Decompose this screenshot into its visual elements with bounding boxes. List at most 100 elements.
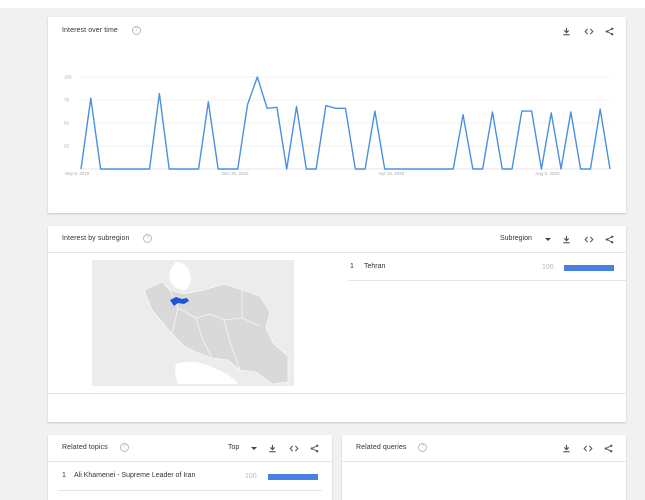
subregion-name: Tehran: [364, 263, 386, 270]
data-point: [149, 168, 150, 169]
data-point: [423, 168, 424, 169]
share-icon[interactable]: [604, 444, 613, 453]
card-divider: [48, 393, 626, 394]
download-icon[interactable]: [268, 444, 277, 453]
data-point: [413, 168, 414, 169]
data-point: [159, 93, 160, 94]
data-point: [286, 168, 287, 169]
y-tick-label: 75: [64, 98, 70, 103]
data-point: [551, 112, 552, 113]
top-dropdown[interactable]: Top: [228, 444, 239, 451]
data-point: [580, 168, 581, 169]
data-point: [335, 108, 336, 109]
interest-value: 100: [542, 264, 554, 271]
data-point: [492, 111, 493, 112]
card-divider: [48, 252, 626, 253]
related-queries-card: Related queries ?: [342, 435, 626, 500]
share-icon[interactable]: [310, 444, 319, 453]
data-point: [296, 106, 297, 107]
embed-icon[interactable]: [289, 444, 299, 453]
chevron-down-icon[interactable]: [545, 238, 551, 241]
x-tick-label: Dec 29, 2019: [222, 171, 249, 176]
chevron-down-icon[interactable]: [251, 447, 257, 450]
data-point: [531, 110, 532, 111]
interest-bar: [268, 474, 318, 480]
data-point: [355, 168, 356, 169]
data-point: [276, 107, 277, 108]
data-point: [600, 109, 601, 110]
card-title: Related queries: [356, 444, 407, 451]
share-icon[interactable]: [605, 235, 614, 244]
data-point: [139, 168, 140, 169]
help-icon[interactable]: ?: [143, 234, 152, 243]
data-point: [178, 168, 179, 169]
data-point: [345, 108, 346, 109]
data-point: [325, 105, 326, 106]
help-icon[interactable]: ?: [120, 443, 129, 452]
download-icon[interactable]: [562, 235, 571, 244]
embed-icon[interactable]: [584, 235, 594, 244]
y-tick-label: 25: [64, 144, 70, 149]
data-point: [306, 168, 307, 169]
data-point: [521, 110, 522, 111]
card-title: Interest over time: [62, 27, 118, 34]
data-point: [188, 168, 189, 169]
data-point: [384, 168, 385, 169]
related-topics-card: Related topics ? Top 1 Ali Khamenei - Su…: [48, 435, 332, 500]
download-icon[interactable]: [562, 444, 571, 453]
y-tick-label: 100: [64, 75, 72, 80]
interest-line-chart: 100 75 50 25 Sep 8, 2019 Dec 29, 2019 Apr 19, …: [64, 75, 611, 176]
subregion-dropdown[interactable]: Subregion: [500, 235, 532, 242]
download-icon[interactable]: [562, 27, 571, 36]
data-point: [453, 168, 454, 169]
interest-by-subregion-card: Interest by subregion ? Subregion 1 Tehr…: [48, 226, 626, 422]
share-icon[interactable]: [605, 27, 614, 36]
topic-row[interactable]: 1 Ali Khamenei - Supreme Leader of Iran …: [62, 472, 324, 486]
data-point: [541, 168, 542, 169]
data-point: [609, 168, 610, 169]
help-icon[interactable]: ?: [132, 26, 141, 35]
data-point: [364, 168, 365, 169]
data-point: [198, 168, 199, 169]
data-point: [80, 168, 81, 169]
data-point: [394, 168, 395, 169]
data-point: [237, 168, 238, 169]
data-point: [316, 168, 317, 169]
row-divider: [58, 490, 322, 491]
card-title: Interest by subregion: [62, 235, 130, 242]
data-point: [208, 101, 209, 102]
data-point: [120, 168, 121, 169]
data-point: [129, 168, 130, 169]
iran-map[interactable]: [92, 260, 294, 386]
subregion-row[interactable]: 1 Tehran 100: [350, 263, 616, 277]
x-tick-label: Apr 19, 2020: [378, 171, 404, 176]
rank-number: 1: [62, 472, 66, 479]
data-point: [227, 168, 228, 169]
data-point: [462, 114, 463, 115]
data-point: [100, 168, 101, 169]
embed-icon[interactable]: [584, 27, 594, 36]
data-point: [374, 110, 375, 111]
card-title: Related topics: [62, 444, 108, 451]
data-point: [218, 168, 219, 169]
data-point: [247, 104, 248, 105]
data-point: [482, 168, 483, 169]
data-point: [570, 111, 571, 112]
embed-icon[interactable]: [583, 444, 593, 453]
interest-over-time-card: Interest over time ? 100 75 50 25 Sep 8, 201…: [48, 17, 626, 213]
interest-value: 100: [245, 473, 257, 480]
page-background-top: [0, 0, 645, 8]
x-tick-label: Aug 9, 2020: [535, 171, 560, 176]
data-point: [110, 168, 111, 169]
data-point: [560, 168, 561, 169]
data-point: [433, 168, 434, 169]
data-point: [267, 108, 268, 109]
data-point: [404, 168, 405, 169]
data-point: [590, 168, 591, 169]
help-icon[interactable]: ?: [418, 443, 427, 452]
card-divider: [48, 461, 332, 462]
topic-name: Ali Khamenei - Supreme Leader of Iran: [74, 472, 196, 479]
x-tick-label: Sep 8, 2019: [65, 171, 90, 176]
row-divider: [348, 280, 626, 281]
data-point: [169, 168, 170, 169]
